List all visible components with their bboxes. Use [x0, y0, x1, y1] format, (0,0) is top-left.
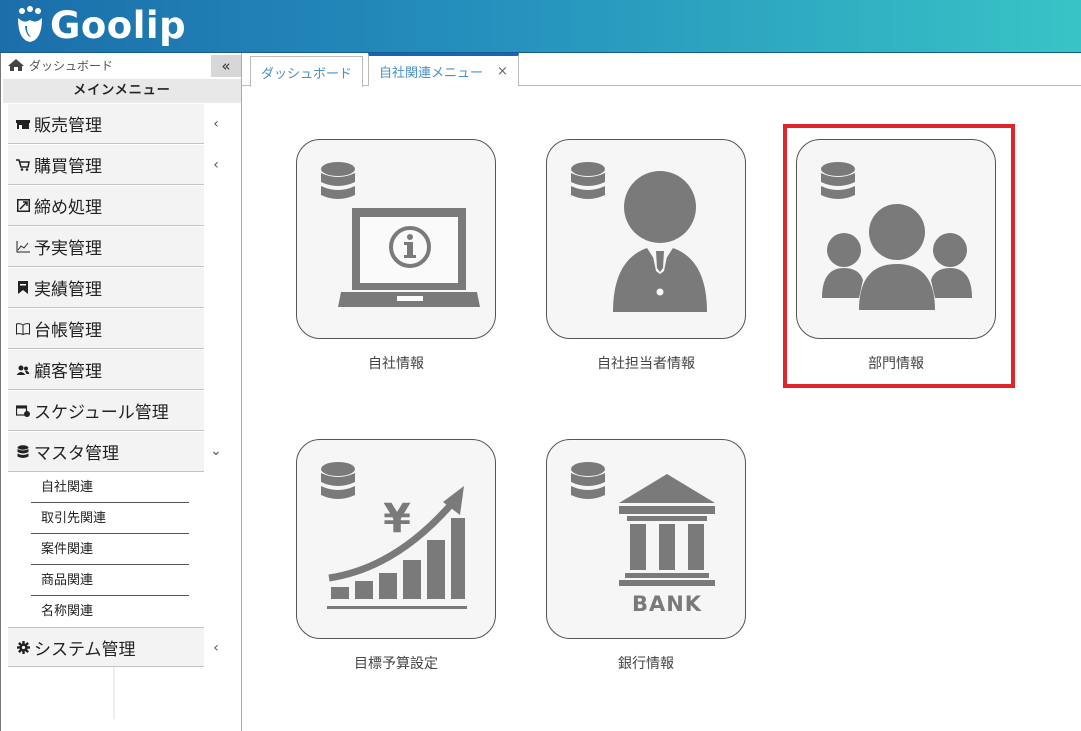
chevron-left-icon[interactable]: ‹: [209, 640, 223, 656]
sidebar-item-label: システム管理: [34, 639, 136, 660]
scrollbar-track[interactable]: [113, 667, 115, 719]
tile-budget-target[interactable]: ¥: [296, 439, 496, 639]
cart-icon: [16, 158, 30, 172]
app-logo[interactable]: Goolip: [14, 2, 186, 50]
tab-label: ダッシュボード: [261, 66, 353, 82]
sidebar-item-label: スケジュール管理: [34, 403, 169, 423]
app-header: Goolip: [0, 0, 1081, 53]
selection-highlight: [783, 124, 1015, 388]
chevron-left-icon[interactable]: ‹: [209, 116, 223, 132]
tab-company-menu[interactable]: 自社関連メニュー ×: [368, 53, 519, 86]
tile-bank-info[interactable]: BANK: [546, 439, 746, 639]
logo-text: Goolip: [50, 4, 187, 47]
users-icon: [16, 363, 30, 377]
tile-label: 銀行情報: [618, 656, 674, 672]
sidebar-dashboard-link[interactable]: ダッシュボード: [1, 53, 211, 77]
sidebar-item-budget[interactable]: 予実管理: [8, 227, 204, 267]
sidebar-item-closing[interactable]: 締め処理: [8, 186, 204, 226]
tile-label: 自社情報: [368, 356, 424, 372]
gear-icon: [16, 640, 30, 654]
close-icon[interactable]: ×: [497, 64, 508, 79]
company-info-icon: [321, 162, 480, 307]
tile-staff-info[interactable]: [546, 139, 746, 339]
tulip-logo-icon: [18, 6, 42, 42]
sidebar-item-label: 顧客管理: [34, 362, 102, 382]
budget-growth-icon: ¥: [321, 462, 467, 609]
sidebar-item-label: 販売管理: [34, 116, 102, 136]
sidebar-item-ledger[interactable]: 台帳管理: [8, 309, 204, 349]
dashboard-link-label: ダッシュボード: [29, 58, 114, 73]
sidebar-item-label: 台帳管理: [34, 321, 102, 341]
sidebar-subitem-names[interactable]: 名称関連: [31, 596, 189, 627]
tile-company-info[interactable]: [296, 139, 496, 339]
chevron-left-icon[interactable]: ‹: [209, 157, 223, 173]
bookmark-icon: [16, 281, 30, 295]
sidebar-item-label: マスタ管理: [34, 444, 119, 464]
sidebar-subitem-partners[interactable]: 取引先関連: [31, 503, 189, 534]
yen-symbol: ¥: [383, 496, 411, 542]
sidebar-collapse-button[interactable]: «: [211, 55, 241, 77]
tab-dashboard[interactable]: ダッシュボード: [250, 56, 364, 87]
sidebar-item-label: 購買管理: [34, 157, 102, 177]
sidebar-item-system[interactable]: システム管理: [8, 627, 204, 667]
sidebar-item-label: 締め処理: [34, 198, 102, 218]
book-icon: [16, 322, 30, 336]
calendar-icon: [16, 404, 30, 418]
database-icon: [16, 444, 30, 459]
bank-icon: BANK: [571, 462, 715, 616]
line-chart-icon: [16, 240, 30, 254]
main-menu-title: メインメニュー: [3, 79, 241, 103]
sidebar-item-label: 予実管理: [34, 239, 102, 259]
staff-icon: [571, 162, 707, 312]
sidebar-subitem-products[interactable]: 商品関連: [31, 565, 189, 596]
tab-label: 自社関連メニュー: [379, 65, 484, 81]
tile-label: 目標予算設定: [354, 656, 438, 672]
tile-label: 自社担当者情報: [597, 356, 695, 372]
home-icon: [8, 59, 24, 71]
sidebar-subitem-company[interactable]: 自社関連: [31, 472, 189, 503]
sidebar-item-purchasing[interactable]: 購買管理: [8, 145, 204, 185]
sidebar-item-schedule[interactable]: スケジュール管理: [8, 391, 204, 431]
store-icon: [16, 117, 30, 131]
bank-label: BANK: [632, 592, 702, 616]
sidebar-item-master[interactable]: マスタ管理: [8, 432, 204, 472]
sidebar-item-customers[interactable]: 顧客管理: [8, 350, 204, 390]
sidebar-item-results[interactable]: 実績管理: [8, 268, 204, 308]
tab-bar: ダッシュボード 自社関連メニュー ×: [242, 53, 1081, 87]
sidebar-item-label: 実績管理: [34, 280, 102, 300]
sidebar: ダッシュボード « メインメニュー 販売管理 ‹ 購買管理 ‹ 締め処理 予実管…: [0, 53, 242, 731]
sidebar-subitem-projects[interactable]: 案件関連: [31, 534, 189, 565]
chevron-down-icon[interactable]: ⌄: [209, 443, 223, 459]
close-process-icon: [16, 199, 30, 213]
sidebar-item-sales[interactable]: 販売管理: [8, 104, 204, 144]
